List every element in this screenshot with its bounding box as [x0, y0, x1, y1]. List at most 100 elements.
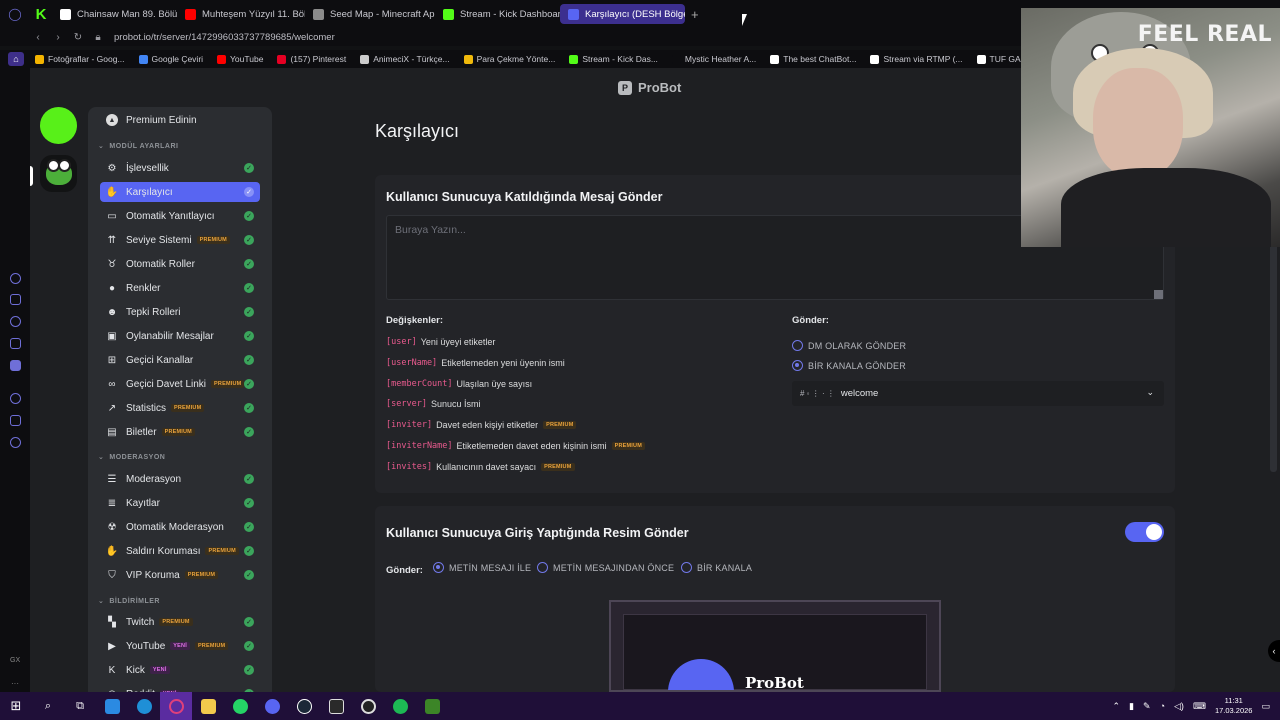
- variable-code[interactable]: [inviterName]: [386, 441, 453, 451]
- sidebar-item[interactable]: ⇈ Seviye Sistemi PREMIUM ✓: [100, 230, 260, 250]
- discord-sidebar-icon[interactable]: [10, 360, 21, 371]
- bookmark-item[interactable]: YouTube: [210, 54, 270, 64]
- sidebar-item[interactable]: ⛉ VIP Koruma PREMIUM ✓: [100, 565, 260, 585]
- search-icon[interactable]: ⌕: [32, 692, 64, 720]
- whatsapp-icon[interactable]: [224, 692, 256, 720]
- store-icon[interactable]: [96, 692, 128, 720]
- twitch-sidebar-icon[interactable]: [10, 294, 21, 305]
- sidebar-item[interactable]: ▭ Otomatik Yanıtlayıcı ✓: [100, 206, 260, 226]
- sidebar-item[interactable]: K Kick YENİ ✓: [100, 660, 260, 680]
- sidebar-item[interactable]: ♉ Otomatik Roller ✓: [100, 254, 260, 274]
- home-icon[interactable]: ⌂: [8, 52, 24, 66]
- sidebar-item[interactable]: ⚙ İşlevsellik ✓: [100, 158, 260, 178]
- bookmark-item[interactable]: Mystic Heather A...: [665, 54, 763, 64]
- bookmark-item[interactable]: The best ChatBot...: [763, 54, 863, 64]
- sidebar-item[interactable]: ◉RedditYENİ✓: [100, 684, 260, 692]
- messenger-sidebar-icon[interactable]: [10, 316, 21, 327]
- page-scrollbar[interactable]: [1270, 240, 1277, 472]
- volume-icon[interactable]: ◁): [1174, 701, 1184, 712]
- reload-icon[interactable]: ↻: [68, 32, 88, 43]
- pen-icon[interactable]: ✎: [1143, 701, 1151, 712]
- server-frog-icon[interactable]: [40, 155, 77, 192]
- probot-brand[interactable]: P ProBot: [618, 80, 681, 95]
- sidebar-item[interactable]: ⊞ Geçici Kanallar ✓: [100, 350, 260, 370]
- resize-handle[interactable]: [1154, 290, 1163, 299]
- language-icon[interactable]: ⌨: [1193, 701, 1206, 712]
- sidebar-item[interactable]: ✋ Saldırı Koruması PREMIUM ✓: [100, 541, 260, 561]
- variable-code[interactable]: [user]: [386, 337, 417, 347]
- chevron-up-icon[interactable]: ⌃: [1113, 701, 1121, 712]
- bookmark-item[interactable]: Stream via RTMP (...: [863, 54, 969, 64]
- obs-icon[interactable]: [352, 692, 384, 720]
- variable-code[interactable]: [memberCount]: [386, 379, 453, 389]
- sidebar-item[interactable]: ↗ Statistics PREMIUM ✓: [100, 398, 260, 418]
- more-icon[interactable]: ···: [11, 679, 19, 688]
- section-modules[interactable]: ⌄ MODÜL AYARLARI: [98, 142, 178, 151]
- browser-tab[interactable]: Karşılayıcı (DESH Bölgesi): [560, 4, 685, 24]
- sidebar-item[interactable]: ☻ Tepki Rolleri ✓: [100, 302, 260, 322]
- channel-select[interactable]: # ◦ ⋮ · ⋮ welcome ⌄: [792, 381, 1164, 406]
- sidebar-item[interactable]: ▚ Twitch PREMIUM ✓: [100, 612, 260, 632]
- epic-games-icon[interactable]: [320, 692, 352, 720]
- sidebar-item[interactable]: ☢ Otomatik Moderasyon ✓: [100, 517, 260, 537]
- minecraft-icon[interactable]: [416, 692, 448, 720]
- site-info-icon[interactable]: 🔒︎: [88, 32, 108, 43]
- explorer-icon[interactable]: [192, 692, 224, 720]
- bookmark-item[interactable]: Para Çekme Yönte...: [457, 54, 563, 64]
- sidebar-item[interactable]: ∞ Geçici Davet Linki PREMIUM ✓: [100, 374, 260, 394]
- url-field[interactable]: probot.io/tr/server/1472996033737789685/…: [114, 32, 335, 43]
- image-send-option-radio[interactable]: METİN MESAJI İLE: [433, 562, 531, 573]
- start-icon[interactable]: ⊞: [0, 692, 32, 720]
- browser-tab[interactable]: Stream - Kick Dashboard: [435, 0, 560, 28]
- bookmark-item[interactable]: Fotoğraflar - Goog...: [28, 54, 132, 64]
- bookmark-item[interactable]: Stream - Kick Das...: [562, 54, 665, 64]
- clock[interactable]: 11:31 17.03.2026: [1215, 696, 1253, 716]
- variable-code[interactable]: [userName]: [386, 358, 437, 368]
- section-notifications[interactable]: ⌄ BİLDİRİMLER: [98, 597, 160, 606]
- kick-app-icon[interactable]: K: [30, 0, 52, 28]
- variable-code[interactable]: [server]: [386, 399, 427, 409]
- steam-icon[interactable]: [288, 692, 320, 720]
- section-moderation[interactable]: ⌄ MODERASYON: [98, 453, 165, 462]
- premium-link[interactable]: ▲ Premium Edinin: [100, 110, 260, 130]
- wifi-icon[interactable]: ◔: [1160, 701, 1165, 711]
- sidebar-ai-icon[interactable]: [10, 273, 21, 284]
- back-icon[interactable]: ‹: [28, 32, 48, 43]
- join-image-toggle[interactable]: [1125, 522, 1164, 542]
- browser-tab[interactable]: Seed Map - Minecraft App: [305, 0, 435, 28]
- bookmark-item[interactable]: AnimeciX - Türkçe...: [353, 54, 456, 64]
- image-send-option-radio[interactable]: BİR KANALA: [681, 562, 752, 573]
- settings-sidebar-icon[interactable]: [10, 437, 21, 448]
- sidebar-item[interactable]: ≣ Kayıtlar ✓: [100, 493, 260, 513]
- sidebar-item[interactable]: ▣ Oylanabilir Mesajlar ✓: [100, 326, 260, 346]
- bookmark-item[interactable]: (157) Pinterest: [270, 54, 353, 64]
- sidebar-item[interactable]: ● Renkler ✓: [100, 278, 260, 298]
- discord-icon[interactable]: [256, 692, 288, 720]
- sidebar-item[interactable]: ▶ YouTube YENİ PREMIUM ✓: [100, 636, 260, 656]
- sidebar-item[interactable]: ☰ Moderasyon ✓: [100, 469, 260, 489]
- history-sidebar-icon[interactable]: [10, 393, 21, 404]
- bookmark-item[interactable]: Google Çeviri: [132, 54, 211, 64]
- send-option-radio[interactable]: DM OLARAK GÖNDER: [792, 340, 906, 351]
- sidebar-item[interactable]: ▤ Biletler PREMIUM ✓: [100, 422, 260, 442]
- variable-code[interactable]: [invites]: [386, 462, 432, 472]
- spotify-icon[interactable]: [384, 692, 416, 720]
- notifications-icon[interactable]: ▭: [1261, 701, 1270, 712]
- server-green-icon[interactable]: [40, 107, 77, 144]
- edge-icon[interactable]: [128, 692, 160, 720]
- image-send-option-radio[interactable]: METİN MESAJINDAN ÖNCE: [537, 562, 674, 573]
- browser-menu-icon[interactable]: ◯: [0, 0, 30, 28]
- new-tab-button[interactable]: +: [685, 7, 705, 22]
- variable-code[interactable]: [inviter]: [386, 420, 432, 430]
- browser-tab[interactable]: Muhteşem Yüzyıl 11. Bölüm: [177, 0, 305, 28]
- browser-tab[interactable]: Chainsaw Man 89. Bölüm: [52, 0, 177, 28]
- opera-gx-icon[interactable]: [160, 692, 192, 720]
- task-view-icon[interactable]: ⧉: [64, 692, 96, 720]
- downloads-sidebar-icon[interactable]: [10, 415, 21, 426]
- forward-icon[interactable]: ›: [48, 32, 68, 43]
- usb-icon[interactable]: ▮: [1129, 701, 1134, 712]
- check-icon: ✓: [244, 474, 254, 484]
- sidebar-item[interactable]: ✋ Karşılayıcı ✓: [100, 182, 260, 202]
- send-option-radio[interactable]: BİR KANALA GÖNDER: [792, 360, 906, 371]
- instagram-sidebar-icon[interactable]: [10, 338, 21, 349]
